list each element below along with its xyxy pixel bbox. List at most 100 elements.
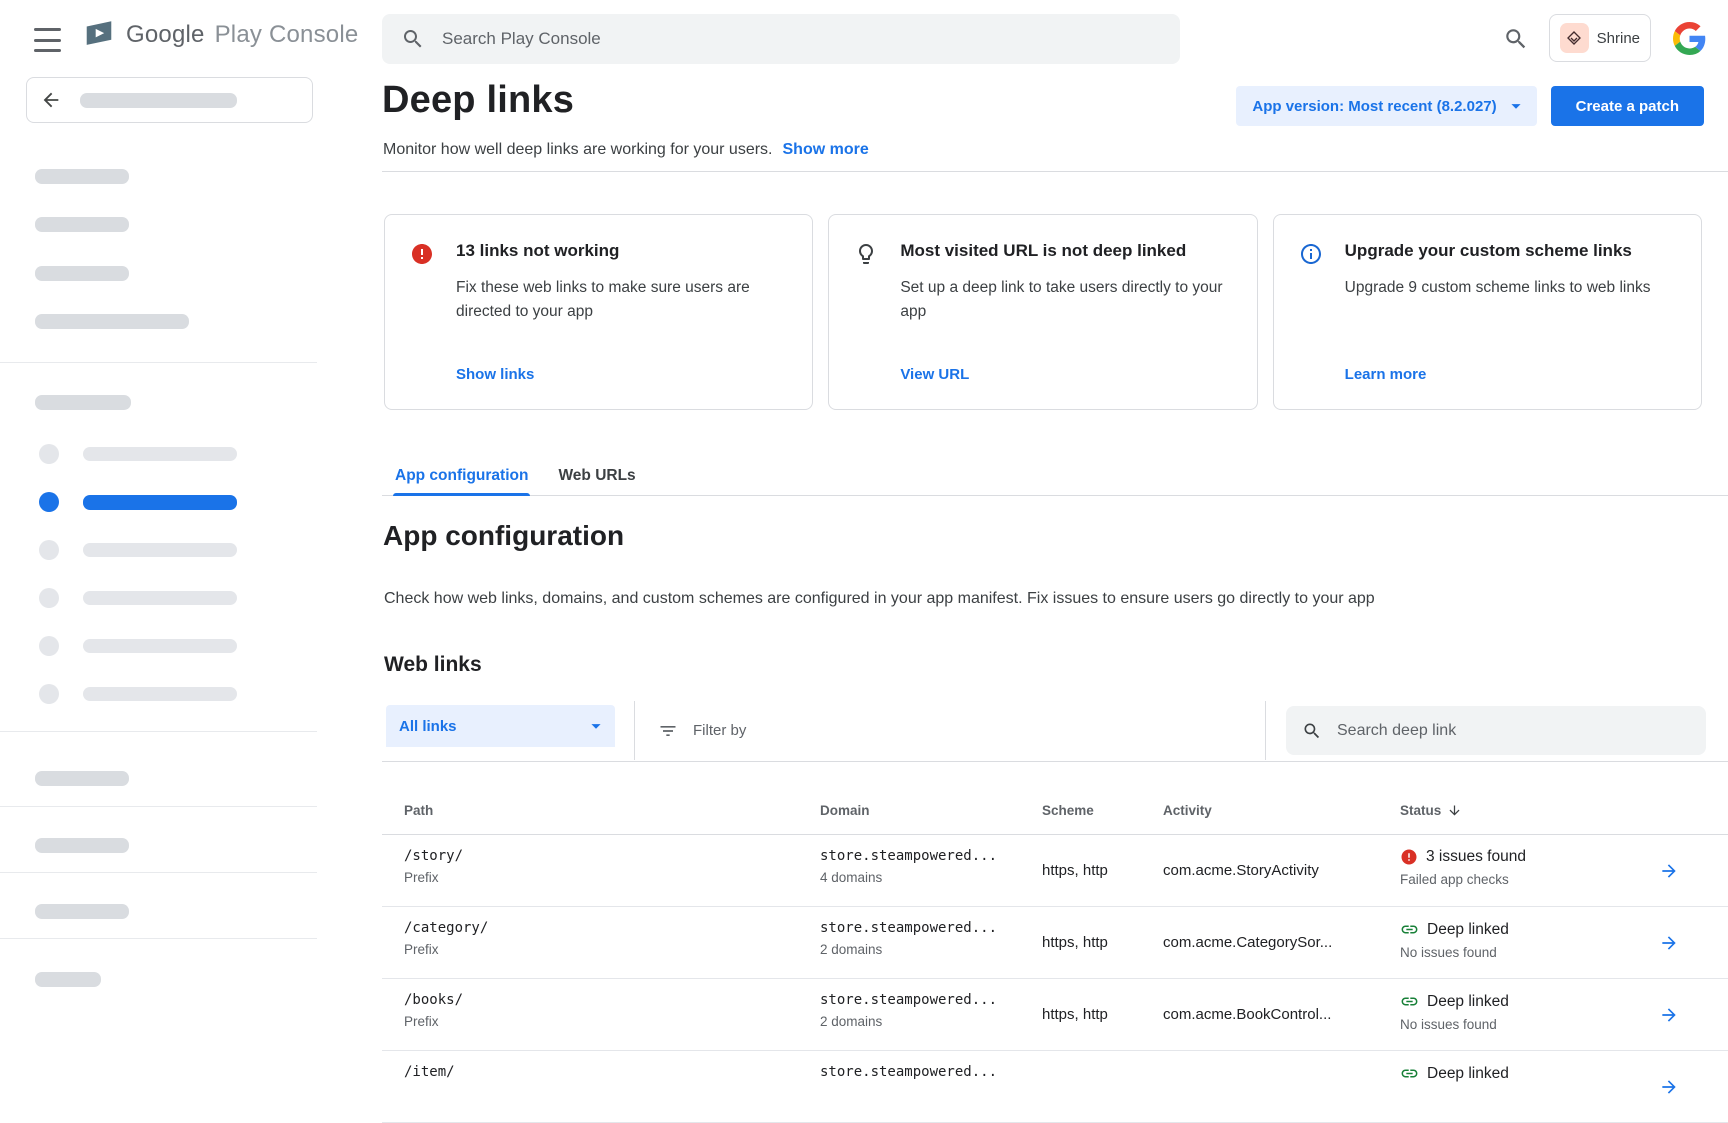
path-value: /books/ — [404, 992, 820, 1008]
skeleton-bar — [83, 639, 237, 653]
filter-icon — [658, 721, 678, 741]
create-patch-button[interactable]: Create a patch — [1551, 86, 1704, 126]
caret-down-icon — [1505, 95, 1527, 117]
path-value: /story/ — [404, 848, 820, 864]
sidebar-item-skeleton[interactable] — [39, 670, 279, 718]
skeleton-bar — [83, 543, 237, 557]
scheme-value: https, http — [1042, 979, 1163, 1050]
sidebar-item-selected[interactable] — [39, 478, 279, 526]
column-header-status[interactable]: Status — [1400, 803, 1659, 818]
card-title: Most visited URL is not deep linked — [900, 241, 1230, 261]
play-console-logo[interactable]: Google Play Console — [82, 18, 358, 52]
table-row[interactable]: /books/Prefix store.steampowered...2 dom… — [382, 979, 1728, 1051]
status-value: Deep linked — [1427, 993, 1509, 1011]
tab-web-urls[interactable]: Web URLs — [556, 456, 637, 496]
sidebar-item-skeleton[interactable] — [39, 526, 279, 574]
path-type: Prefix — [404, 870, 820, 885]
table-row[interactable]: /story/Prefix store.steampowered... 4 dom… — [382, 835, 1728, 907]
page-subtitle: Monitor how well deep links are working … — [383, 141, 773, 159]
web-links-heading: Web links — [384, 653, 482, 677]
activity-value: com.acme.BookControl... — [1163, 979, 1400, 1050]
show-more-link[interactable]: Show more — [783, 141, 869, 159]
learn-more-link[interactable]: Learn more — [1345, 366, 1427, 383]
tab-app-configuration[interactable]: App configuration — [393, 456, 530, 496]
toolbar-divider — [634, 701, 635, 760]
show-links-link[interactable]: Show links — [456, 366, 534, 383]
path-type: Prefix — [404, 1014, 820, 1029]
deep-link-search-input[interactable] — [1335, 721, 1690, 741]
caret-down-icon — [585, 715, 607, 737]
table-row[interactable]: /item/ store.steampowered... Deep linked — [382, 1051, 1728, 1123]
column-header-path: Path — [404, 803, 820, 818]
menu-icon[interactable] — [34, 26, 61, 54]
top-app-bar: Google Play Console Shrine — [0, 0, 1728, 77]
error-icon — [1400, 848, 1418, 866]
search-icon — [1302, 721, 1322, 741]
sidebar-item-skeleton[interactable] — [39, 622, 279, 670]
google-account-avatar[interactable] — [1672, 21, 1706, 55]
sidebar-divider — [0, 806, 317, 807]
skeleton-bar — [35, 217, 129, 232]
section-description: Check how web links, domains, and custom… — [384, 590, 1375, 608]
left-navigation — [0, 77, 317, 1080]
current-app-name: Shrine — [1597, 30, 1640, 47]
skeleton-bar — [35, 838, 129, 853]
status-value: 3 issues found — [1426, 848, 1526, 866]
sidebar-divider — [0, 731, 317, 732]
path-value: /item/ — [404, 1064, 820, 1080]
open-row-arrow-icon[interactable] — [1659, 1005, 1679, 1025]
toolbar-divider — [1265, 701, 1266, 760]
sidebar-item-skeleton[interactable] — [39, 430, 279, 478]
sidebar-item-skeleton[interactable] — [39, 574, 279, 622]
filter-by-label: Filter by — [693, 722, 746, 739]
page-title: Deep links — [382, 79, 574, 122]
section-title: App configuration — [383, 520, 624, 552]
domain-value: store.steampowered... — [820, 992, 1042, 1008]
deep-linked-icon — [1400, 920, 1419, 939]
web-links-toolbar: All links Filter by — [382, 701, 1728, 762]
lightbulb-icon — [854, 241, 880, 409]
card-most-visited-url: Most visited URL is not deep linked Set … — [828, 214, 1257, 410]
skeleton-bar — [35, 771, 129, 786]
skeleton-bar — [35, 972, 101, 987]
app-version-label: App version: Most recent (8.2.027) — [1252, 98, 1496, 115]
main-content: Deep links Monitor how well deep links a… — [382, 77, 1728, 1080]
console-search-bar[interactable] — [382, 14, 1180, 64]
path-value: /category/ — [404, 920, 820, 936]
scheme-value: https, http — [1042, 835, 1163, 906]
search-icon-button[interactable] — [1497, 25, 1525, 53]
open-row-arrow-icon[interactable] — [1659, 861, 1679, 881]
deep-linked-icon — [1400, 992, 1419, 1011]
skeleton-bar — [83, 687, 237, 701]
domain-value: store.steampowered... — [820, 848, 1042, 864]
skeleton-bar — [35, 314, 189, 329]
column-header-activity: Activity — [1163, 803, 1400, 818]
skeleton-bar — [83, 495, 237, 510]
info-icon — [1299, 241, 1325, 409]
skeleton-bar — [35, 395, 131, 410]
links-filter-dropdown[interactable]: All links — [386, 705, 615, 747]
console-search-input[interactable] — [440, 28, 1161, 50]
card-body-text: Set up a deep link to take users directl… — [900, 276, 1230, 324]
card-upgrade-schemes: Upgrade your custom scheme links Upgrade… — [1273, 214, 1702, 410]
path-type: Prefix — [404, 942, 820, 957]
filter-by-button[interactable]: Filter by — [658, 701, 746, 760]
table-header-row: Path Domain Scheme Activity Status — [382, 787, 1728, 835]
back-navigation-box[interactable] — [26, 77, 313, 123]
domain-count: 4 domains — [820, 870, 1042, 885]
status-detail: No issues found — [1400, 945, 1659, 960]
deep-linked-icon — [1400, 1064, 1419, 1083]
activity-value: com.acme.CategorySor... — [1163, 907, 1400, 978]
skeleton-bar — [83, 447, 237, 461]
bullet-icon — [39, 492, 59, 512]
card-title: Upgrade your custom scheme links — [1345, 241, 1651, 261]
bullet-icon — [39, 540, 59, 560]
sidebar-divider — [0, 872, 317, 873]
deep-link-search-bar[interactable] — [1286, 706, 1706, 755]
bullet-icon — [39, 444, 59, 464]
open-row-arrow-icon[interactable] — [1659, 933, 1679, 953]
app-switcher-chip[interactable]: Shrine — [1549, 14, 1651, 62]
table-row[interactable]: /category/Prefix store.steampowered...2 … — [382, 907, 1728, 979]
view-url-link[interactable]: View URL — [900, 366, 969, 383]
app-version-dropdown[interactable]: App version: Most recent (8.2.027) — [1236, 86, 1536, 126]
